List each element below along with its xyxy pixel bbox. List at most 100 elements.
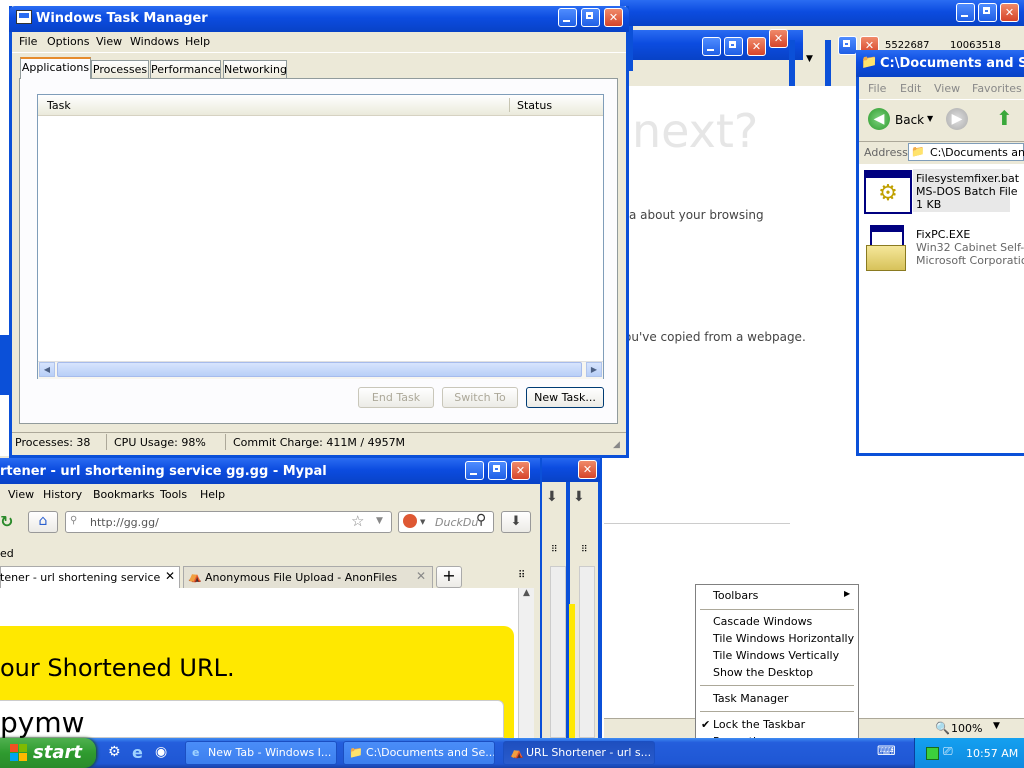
browser-menu-bookmarks[interactable]: Bookmarks <box>93 488 154 501</box>
file-name[interactable]: FixPC.EXE <box>916 228 970 241</box>
browser-close-button[interactable]: ✕ <box>511 461 530 480</box>
chevron-down-icon[interactable]: ▼ <box>993 721 1000 731</box>
bg-minimize-button[interactable] <box>956 3 975 22</box>
menu-item-toolbars[interactable]: Toolbars <box>713 589 758 602</box>
zoom-level[interactable]: 100% <box>951 722 982 735</box>
tab-networking[interactable]: Networking <box>223 60 287 78</box>
stacked-maximize-button-2[interactable] <box>838 36 857 55</box>
file-name[interactable]: Filesystemfixer.bat <box>916 172 1019 185</box>
column-task[interactable]: Task <box>47 99 71 112</box>
browser-minimize-button[interactable] <box>465 461 484 480</box>
scroll-left-button[interactable]: ◀ <box>39 362 55 377</box>
tm-menu-file[interactable]: File <box>19 35 37 48</box>
file-type: MS-DOS Batch File <box>916 185 1018 198</box>
menu-item-task-manager[interactable]: Task Manager <box>713 692 788 705</box>
menu-item-lock-taskbar[interactable]: Lock the Taskbar <box>713 718 805 731</box>
tab-applications[interactable]: Applications <box>20 57 91 79</box>
download-icon[interactable]: ⬇ <box>546 489 558 505</box>
tm-menu-view[interactable]: View <box>96 35 122 48</box>
keyboard-icon[interactable]: ⌨ <box>877 744 896 759</box>
status-cpu: CPU Usage: 98% <box>114 436 206 449</box>
scroll-thumb[interactable] <box>57 362 582 377</box>
batch-file-icon[interactable]: ⚙ <box>864 170 912 214</box>
taskbar-task-new-tab[interactable]: e New Tab - Windows I... <box>185 741 337 765</box>
taskbar-task-explorer[interactable]: 📁 C:\Documents and Se... <box>343 741 495 765</box>
back-arrow-icon[interactable]: ◀ <box>868 108 890 130</box>
quicklaunch-icon[interactable]: ⚙ <box>108 744 121 760</box>
stacked-close-button-2[interactable]: ✕ <box>769 29 788 48</box>
fragment-scrollbar-a[interactable] <box>550 566 566 738</box>
download-icon: ⬇ <box>510 514 522 529</box>
url-dropdown-icon[interactable]: ▼ <box>376 516 383 526</box>
resize-grip-icon[interactable]: ◢ <box>613 440 620 450</box>
tray-network-icon[interactable]: ⎚ <box>943 744 953 759</box>
browser-tab-label: Anonymous File Upload - AnonFiles <box>205 571 398 584</box>
new-task-button[interactable]: New Task... <box>526 387 604 408</box>
column-status[interactable]: Status <box>517 99 552 112</box>
stacked-close-button[interactable]: ✕ <box>747 37 766 56</box>
new-tab-button[interactable]: + <box>436 566 462 588</box>
tab-close-icon[interactable]: ✕ <box>165 569 175 583</box>
start-button[interactable]: start <box>0 738 96 768</box>
menu-item-tile-vertical[interactable]: Tile Windows Vertically <box>713 649 839 662</box>
star-icon[interactable]: ☆ <box>351 512 364 530</box>
up-folder-icon[interactable]: ⬆ <box>996 106 1013 130</box>
browser-title: rtener - url shortening service gg.gg - … <box>0 464 327 479</box>
task-manager-maximize-button[interactable] <box>581 8 600 27</box>
downloads-button[interactable]: ⬇ <box>501 511 531 533</box>
bg-close-button[interactable]: ✕ <box>1000 3 1019 22</box>
fragment-scrollbar-b[interactable] <box>579 566 595 738</box>
browser-menu-help[interactable]: Help <box>200 488 225 501</box>
end-task-button[interactable]: End Task <box>358 387 434 408</box>
menu-item-cascade[interactable]: Cascade Windows <box>713 615 812 628</box>
back-dropdown-icon[interactable]: ▼ <box>927 114 933 123</box>
explorer-menu-favorites[interactable]: Favorites <box>972 82 1022 95</box>
bg-maximize-button[interactable] <box>978 3 997 22</box>
tab-performance[interactable]: Performance <box>150 60 221 78</box>
tray-green-icon[interactable] <box>926 747 939 760</box>
stacked-maximize-button[interactable] <box>724 37 743 56</box>
tm-menu-options[interactable]: Options <box>47 35 89 48</box>
left-window-edge <box>0 335 10 395</box>
tab-list-icon[interactable]: ⠿ <box>518 570 525 581</box>
home-button[interactable]: ⌂ <box>28 511 58 533</box>
explorer-menu-file[interactable]: File <box>868 82 886 95</box>
browser-menu-history[interactable]: History <box>43 488 82 501</box>
menu-item-show-desktop[interactable]: Show the Desktop <box>713 666 813 679</box>
fragment-close-button[interactable]: ✕ <box>578 460 597 479</box>
tm-menu-windows[interactable]: Windows <box>130 35 179 48</box>
taskbar-task-url-shortener[interactable]: ⛺ URL Shortener - url s... <box>503 741 655 765</box>
bg-text-line-2: ou've copied from a webpage. <box>624 330 806 344</box>
duckduckgo-icon[interactable] <box>403 514 417 528</box>
media-icon[interactable]: ◉ <box>155 744 167 760</box>
download-icon[interactable]: ⬇ <box>573 489 585 505</box>
browser-menu-tools[interactable]: Tools <box>160 488 187 501</box>
switch-to-button[interactable]: Switch To <box>442 387 518 408</box>
explorer-menu-view[interactable]: View <box>934 82 960 95</box>
tab-processes[interactable]: Processes <box>91 60 149 78</box>
search-dropdown-icon[interactable]: ▼ <box>420 518 425 526</box>
status-commit: Commit Charge: 411M / 4957M <box>233 436 406 449</box>
task-manager-close-button[interactable]: ✕ <box>604 8 623 27</box>
column-divider[interactable] <box>509 98 510 112</box>
search-icon[interactable]: ⚲ <box>476 512 486 528</box>
bookmarks-toolbar-item[interactable]: ed <box>0 547 14 560</box>
scroll-up-icon[interactable]: ▲ <box>519 588 534 598</box>
menu-item-tile-horizontal[interactable]: Tile Windows Horizontally <box>713 632 854 645</box>
tm-menu-help[interactable]: Help <box>185 35 210 48</box>
clock[interactable]: 10:57 AM <box>966 747 1018 760</box>
scroll-right-button[interactable]: ▶ <box>586 362 602 377</box>
reload-icon[interactable]: ↻ <box>0 512 13 531</box>
forward-arrow-icon[interactable]: ▶ <box>946 108 968 130</box>
chevron-down-icon[interactable]: ▼ <box>806 54 813 64</box>
browser-maximize-button[interactable] <box>488 461 507 480</box>
exe-file-icon[interactable] <box>864 225 912 273</box>
browser-scrollbar[interactable]: ▲ <box>518 588 534 738</box>
browser-menu-view[interactable]: View <box>8 488 34 501</box>
task-manager-minimize-button[interactable] <box>558 8 577 27</box>
back-button[interactable]: Back <box>895 113 924 127</box>
tab-close-icon[interactable]: ✕ <box>416 569 426 583</box>
stacked-minimize-button[interactable] <box>702 37 721 56</box>
explorer-menu-edit[interactable]: Edit <box>900 82 921 95</box>
ie-icon[interactable]: e <box>132 743 143 762</box>
